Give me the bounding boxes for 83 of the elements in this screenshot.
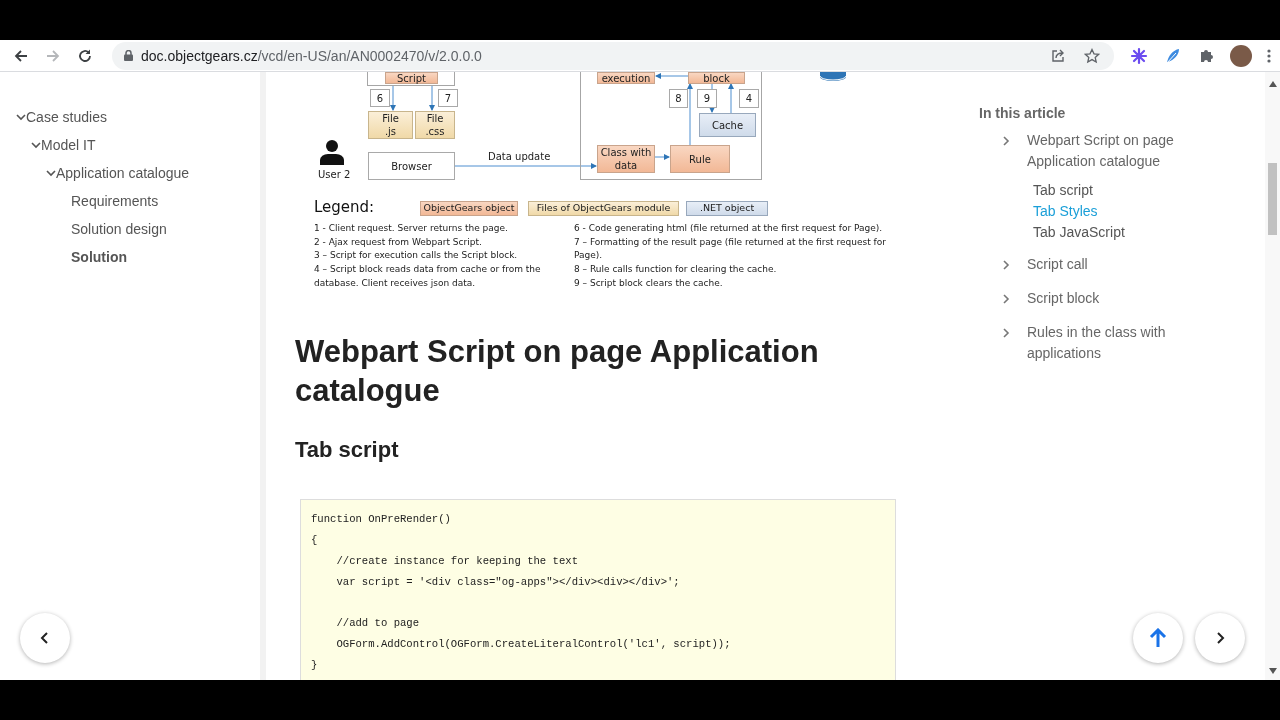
- sidebar-item[interactable]: Model IT: [41, 137, 96, 153]
- chevron-down-icon[interactable]: [46, 168, 56, 178]
- bookmark-star-icon[interactable]: [1084, 47, 1100, 64]
- legend-note: 9 – Script block clears the cache.: [574, 276, 724, 290]
- toc-link[interactable]: Webpart Script on page Application catalogue: [1027, 130, 1187, 172]
- user-label: User 2: [318, 169, 351, 180]
- asterisk-extension-icon[interactable]: [1130, 46, 1148, 65]
- scrollbar-thumb[interactable]: [1268, 163, 1277, 235]
- diagram-node: Cache: [699, 113, 756, 137]
- address-bar[interactable]: doc.objectgears.cz/vcd/en-US/an/AN0002470/v/2.0.0.0: [112, 41, 1114, 70]
- arrow: [654, 154, 670, 160]
- legend-note: 6 - Code generating html (file returned at the first request for Page).: [574, 222, 884, 235]
- diagram-node: Rule: [670, 145, 730, 173]
- diagram-node: Script: [385, 72, 438, 84]
- toc-link[interactable]: Tab script: [1033, 180, 1093, 201]
- toc-link[interactable]: Tab JavaScript: [1033, 222, 1125, 243]
- code-line: {: [311, 533, 319, 548]
- code-line: //create instance for keeping the text: [335, 554, 579, 569]
- code-line: var script = '<div class="og-apps"></div><div></div>';: [335, 575, 681, 590]
- legend-swatch: Files of ObjectGears module: [528, 201, 679, 216]
- legend-note: 4 – Script block reads data from cache or from the database. Client receives json data.: [314, 263, 542, 290]
- legend-title: Legend:: [314, 198, 375, 216]
- arrow: [429, 85, 435, 111]
- sidebar-item[interactable]: Solution: [71, 249, 127, 265]
- diagram-node: Class with data: [597, 145, 655, 173]
- diagram-node: File .css: [415, 111, 455, 139]
- forward-arrow-icon: [45, 47, 61, 64]
- legend-note: 3 – Script for execution calls the Script block.: [314, 249, 519, 263]
- article-title: Webpart Script on page Application catalogue: [295, 333, 820, 410]
- arrow: [728, 83, 734, 114]
- diagram-node: Browser: [368, 152, 455, 180]
- toc-link[interactable]: Rules in the class with applications: [1027, 322, 1187, 364]
- url-text: doc.objectgears.cz/vcd/en-US/an/AN0002470/v/2.0.0.0: [141, 47, 482, 64]
- sidebar-item[interactable]: Solution design: [71, 221, 167, 237]
- legend-note: 7 – Formatting of the result page (file returned at the first request for Page).: [574, 235, 887, 263]
- chevron-down-icon[interactable]: [16, 112, 26, 122]
- step-number: 6: [370, 89, 390, 107]
- feather-extension-icon[interactable]: [1164, 46, 1182, 65]
- code-line: //add to page: [335, 616, 421, 631]
- legend-note: 1 - Client request. Server returns the page.: [314, 222, 509, 235]
- diagram-node: execution: [597, 72, 655, 84]
- scrollbar[interactable]: [1265, 72, 1280, 680]
- toc-heading: In this article: [979, 105, 1067, 121]
- back-to-top-button[interactable]: [1133, 613, 1183, 663]
- reload-icon: [77, 47, 93, 64]
- arrow: [709, 83, 715, 113]
- scroll-up-icon[interactable]: [1269, 81, 1277, 87]
- code-line: function OnPreRender(): [311, 512, 452, 527]
- lock-icon: [124, 50, 133, 61]
- user-icon: [320, 140, 344, 165]
- sidebar-item[interactable]: Requirements: [71, 193, 159, 209]
- legend-note: 2 - Ajax request from Webpart Script.: [314, 235, 483, 249]
- toc-link[interactable]: Script block: [1027, 288, 1187, 309]
- sidebar-item[interactable]: Case studies: [26, 109, 107, 125]
- legend-note: 8 – Rule calls function for clearing the cache.: [574, 263, 778, 277]
- legend-swatch: .NET object: [686, 201, 768, 216]
- arrow: [655, 73, 689, 79]
- share-icon[interactable]: [1050, 47, 1066, 64]
- section-heading: Tab script: [295, 436, 400, 464]
- chevron-right-icon[interactable]: [1001, 136, 1011, 146]
- code-line: OGForm.AddControl(OGForm.CreateLiteralControl('lc1', script));: [335, 637, 732, 652]
- edge-label: Data update: [488, 151, 551, 162]
- diagram-node: block: [688, 72, 745, 84]
- back-arrow-icon: [13, 47, 29, 64]
- menu-icon[interactable]: [1266, 47, 1272, 64]
- chevron-down-icon[interactable]: [31, 140, 41, 150]
- legend-swatch: ObjectGears object: [420, 201, 518, 216]
- chevron-right-icon[interactable]: [1001, 260, 1011, 270]
- diagram-node: File .js: [368, 111, 413, 139]
- step-number: 8: [669, 89, 688, 108]
- arrow: [390, 85, 396, 111]
- step-number: 9: [697, 89, 717, 108]
- toc-link[interactable]: Script call: [1027, 254, 1187, 275]
- arrow: [687, 83, 693, 146]
- profile-avatar[interactable]: [1230, 44, 1252, 67]
- sidebar-item[interactable]: Application catalogue: [56, 165, 190, 181]
- arrow-up-icon: [1149, 628, 1167, 648]
- step-number: 4: [739, 89, 759, 108]
- step-number: 7: [438, 89, 458, 107]
- scroll-down-icon[interactable]: [1269, 668, 1277, 674]
- code-line: }: [311, 658, 319, 673]
- chevron-right-icon[interactable]: [1001, 328, 1011, 338]
- chevron-right-icon[interactable]: [1001, 294, 1011, 304]
